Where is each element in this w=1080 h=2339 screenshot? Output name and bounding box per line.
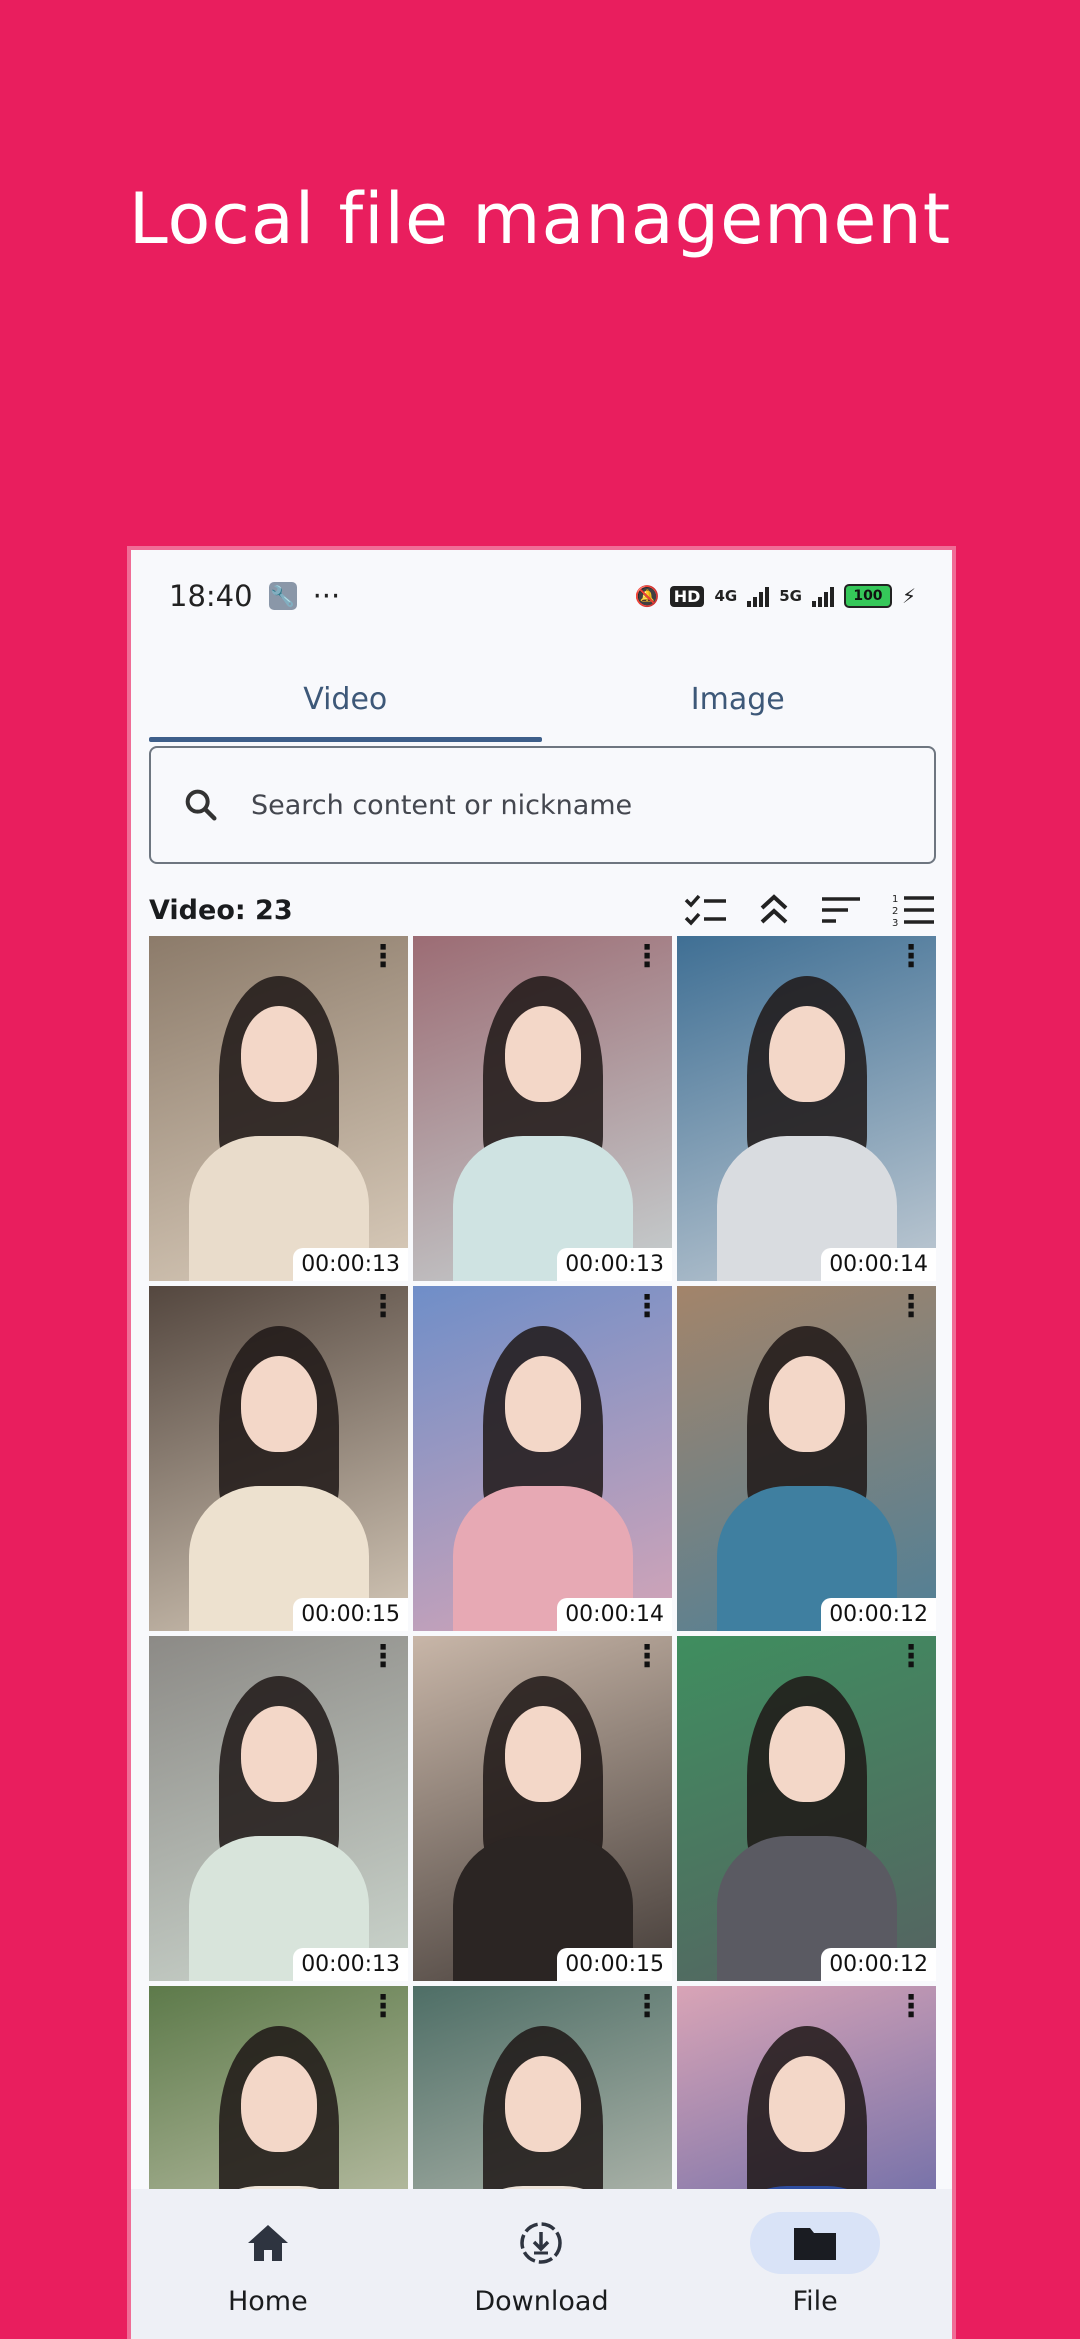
- thumbnail-face: [241, 2056, 317, 2152]
- wrench-icon: 🔧: [268, 582, 297, 610]
- more-notifications-icon: ···: [312, 579, 341, 613]
- nav-download-label: Download: [474, 2285, 609, 2317]
- tab-bar: Video Image: [149, 642, 934, 742]
- sort-icon[interactable]: [820, 892, 862, 928]
- more-options-icon[interactable]: ⋮: [896, 942, 926, 972]
- video-thumbnail[interactable]: ⋮ 00:00:14: [413, 1286, 672, 1631]
- collapse-icon[interactable]: [758, 892, 790, 928]
- video-thumbnail[interactable]: ⋮ 00:00:15: [413, 1636, 672, 1981]
- thumbnail-face: [505, 2056, 581, 2152]
- search-icon: [185, 789, 217, 821]
- video-duration: 00:00:13: [293, 1948, 408, 1981]
- thumbnail-face: [769, 1356, 845, 1452]
- svg-text:2: 2: [892, 906, 898, 917]
- svg-text:3: 3: [892, 918, 898, 928]
- more-options-icon[interactable]: ⋮: [632, 1992, 662, 2022]
- bottom-nav: Home Download File: [131, 2189, 952, 2339]
- thumbnail-face: [769, 1706, 845, 1802]
- battery-icon: 100: [843, 584, 892, 608]
- video-duration: 00:00:13: [293, 1248, 408, 1281]
- mute-icon: 🔕: [634, 584, 660, 608]
- more-options-icon[interactable]: ⋮: [368, 1292, 398, 1322]
- more-options-icon[interactable]: ⋮: [368, 942, 398, 972]
- more-options-icon[interactable]: ⋮: [632, 942, 662, 972]
- video-thumbnail[interactable]: ⋮ 00:00:15: [149, 1286, 408, 1631]
- nav-file[interactable]: File: [715, 2211, 915, 2317]
- video-duration: 00:00:12: [821, 1948, 936, 1981]
- search-input[interactable]: Search content or nickname: [149, 746, 936, 864]
- more-options-icon[interactable]: ⋮: [896, 1992, 926, 2022]
- more-options-icon[interactable]: ⋮: [896, 1292, 926, 1322]
- hd-badge: HD: [669, 585, 705, 607]
- nav-download[interactable]: Download: [441, 2212, 641, 2317]
- video-duration: 00:00:12: [821, 1598, 936, 1631]
- video-duration: 00:00:15: [293, 1598, 408, 1631]
- video-thumbnail[interactable]: ⋮ 00:00:13: [413, 936, 672, 1281]
- numbered-list-icon[interactable]: 1 2 3: [892, 892, 936, 928]
- nav-home[interactable]: Home: [168, 2212, 368, 2317]
- tab-video[interactable]: Video: [149, 642, 542, 742]
- more-options-icon[interactable]: ⋮: [896, 1642, 926, 1672]
- more-options-icon[interactable]: ⋮: [632, 1292, 662, 1322]
- home-icon: [247, 2224, 288, 2261]
- more-options-icon[interactable]: ⋮: [368, 1992, 398, 2022]
- thumbnail-face: [769, 1006, 845, 1102]
- video-duration: 00:00:15: [557, 1948, 672, 1981]
- nav-file-label: File: [792, 2285, 838, 2317]
- video-duration: 00:00:14: [557, 1598, 672, 1631]
- search-placeholder: Search content or nickname: [251, 789, 633, 821]
- download-icon: [520, 2221, 563, 2264]
- network-5g-label: 5G: [779, 587, 802, 605]
- thumbnail-face: [241, 1706, 317, 1802]
- video-thumbnail[interactable]: ⋮ 00:00:13: [149, 936, 408, 1281]
- charging-icon: ⚡: [901, 584, 916, 608]
- signal-icon-2: [811, 585, 834, 607]
- signal-icon: [747, 585, 770, 607]
- toolbar: Video: 23 1 2 3: [149, 880, 936, 940]
- video-thumbnail[interactable]: ⋮ 00:00:12: [677, 1636, 936, 1981]
- thumbnail-face: [769, 2056, 845, 2152]
- nav-home-label: Home: [227, 2285, 308, 2317]
- promo-title: Local file management: [128, 178, 952, 260]
- video-thumbnail[interactable]: ⋮ 00:00:13: [149, 1636, 408, 1981]
- status-time: 18:40: [169, 579, 253, 613]
- checklist-icon[interactable]: [684, 892, 728, 928]
- phone-screen: 18:40 🔧 ··· 🔕 HD 4G 5G 100 ⚡ Video Image…: [131, 550, 952, 2339]
- thumbnail-face: [241, 1356, 317, 1452]
- thumbnail-face: [505, 1706, 581, 1802]
- status-bar: 18:40 🔧 ··· 🔕 HD 4G 5G 100 ⚡: [131, 550, 952, 642]
- video-grid: ⋮ 00:00:13 ⋮ 00:00:13 ⋮ 00:00:14 ⋮ 00:00:15 ⋮ 00:…: [149, 936, 936, 2331]
- thumbnail-face: [241, 1006, 317, 1102]
- thumbnail-face: [505, 1356, 581, 1452]
- more-options-icon[interactable]: ⋮: [632, 1642, 662, 1672]
- video-count: Video: 23: [149, 894, 293, 926]
- svg-text:1: 1: [892, 894, 898, 905]
- video-thumbnail[interactable]: ⋮ 00:00:14: [677, 936, 936, 1281]
- tab-image[interactable]: Image: [542, 642, 935, 742]
- folder-icon: [794, 2227, 837, 2260]
- thumbnail-face: [505, 1006, 581, 1102]
- more-options-icon[interactable]: ⋮: [368, 1642, 398, 1672]
- video-duration: 00:00:14: [821, 1248, 936, 1281]
- video-thumbnail[interactable]: ⋮ 00:00:12: [677, 1286, 936, 1631]
- network-4g-label: 4G: [714, 587, 738, 605]
- video-duration: 00:00:13: [557, 1248, 672, 1281]
